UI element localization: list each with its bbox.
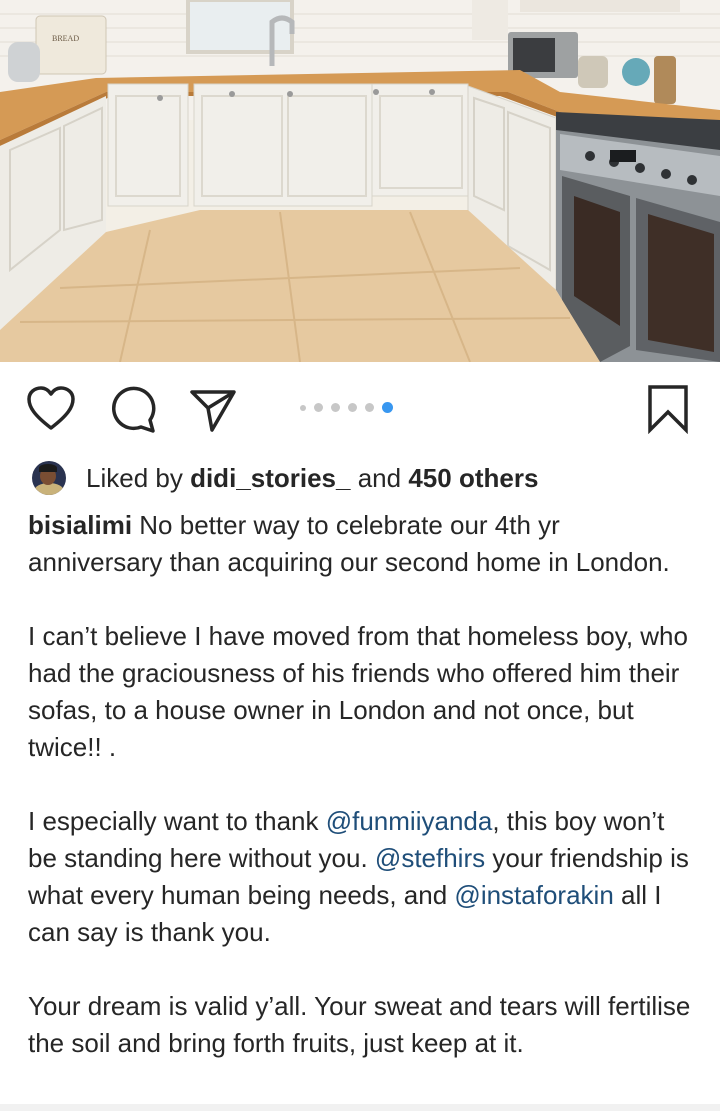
caption-text: I especially want to thank [28, 806, 319, 836]
likes-summary: Liked by didi_stories_ and 450 others [86, 463, 538, 494]
liked-by-user-link[interactable]: didi_stories_ [190, 463, 350, 493]
carousel-dot [365, 403, 374, 412]
carousel-dot [331, 403, 340, 412]
caption-paragraph: I can’t believe I have moved from that h… [28, 618, 698, 766]
post-caption: bisialimi No better way to celebrate our… [28, 507, 698, 1062]
liked-by-label: Liked by [86, 462, 183, 493]
bottom-divider [0, 1104, 720, 1111]
carousel-dot [348, 403, 357, 412]
likes-row: Liked by didi_stories_ and 450 others [32, 460, 538, 496]
caption-username-link[interactable]: bisialimi [28, 510, 132, 540]
caption-paragraph: Your dream is valid y’all. Your sweat an… [28, 988, 698, 1062]
send-icon[interactable] [188, 386, 238, 434]
avatar[interactable] [32, 461, 66, 495]
carousel-dot [314, 403, 323, 412]
comment-icon[interactable] [108, 386, 158, 434]
caption-paragraph: bisialimi No better way to celebrate our… [28, 507, 698, 581]
heart-icon[interactable] [26, 386, 76, 432]
bread-bin-label: BREAD [52, 34, 79, 43]
caption-text: I can’t believe I have moved from that h… [28, 621, 688, 762]
mention-link[interactable]: @funmiiyanda [326, 806, 493, 836]
likes-others-link[interactable]: 450 others [408, 463, 538, 493]
carousel-dot-active [382, 402, 393, 413]
carousel-dot [300, 404, 306, 411]
caption-paragraph: I especially want to thank @funmiiyanda,… [28, 803, 698, 951]
kitchen-photo: BREAD [0, 0, 720, 362]
post-photo[interactable]: BREAD [0, 0, 720, 362]
caption-text: Your dream is valid y’all. Your sweat an… [28, 991, 691, 1058]
mention-link[interactable]: @instaforakin [454, 880, 613, 910]
bookmark-icon[interactable] [646, 384, 690, 434]
liked-by-connector: and [357, 462, 402, 493]
mention-link[interactable]: @stefhirs [375, 843, 485, 873]
carousel-indicator [300, 402, 393, 413]
